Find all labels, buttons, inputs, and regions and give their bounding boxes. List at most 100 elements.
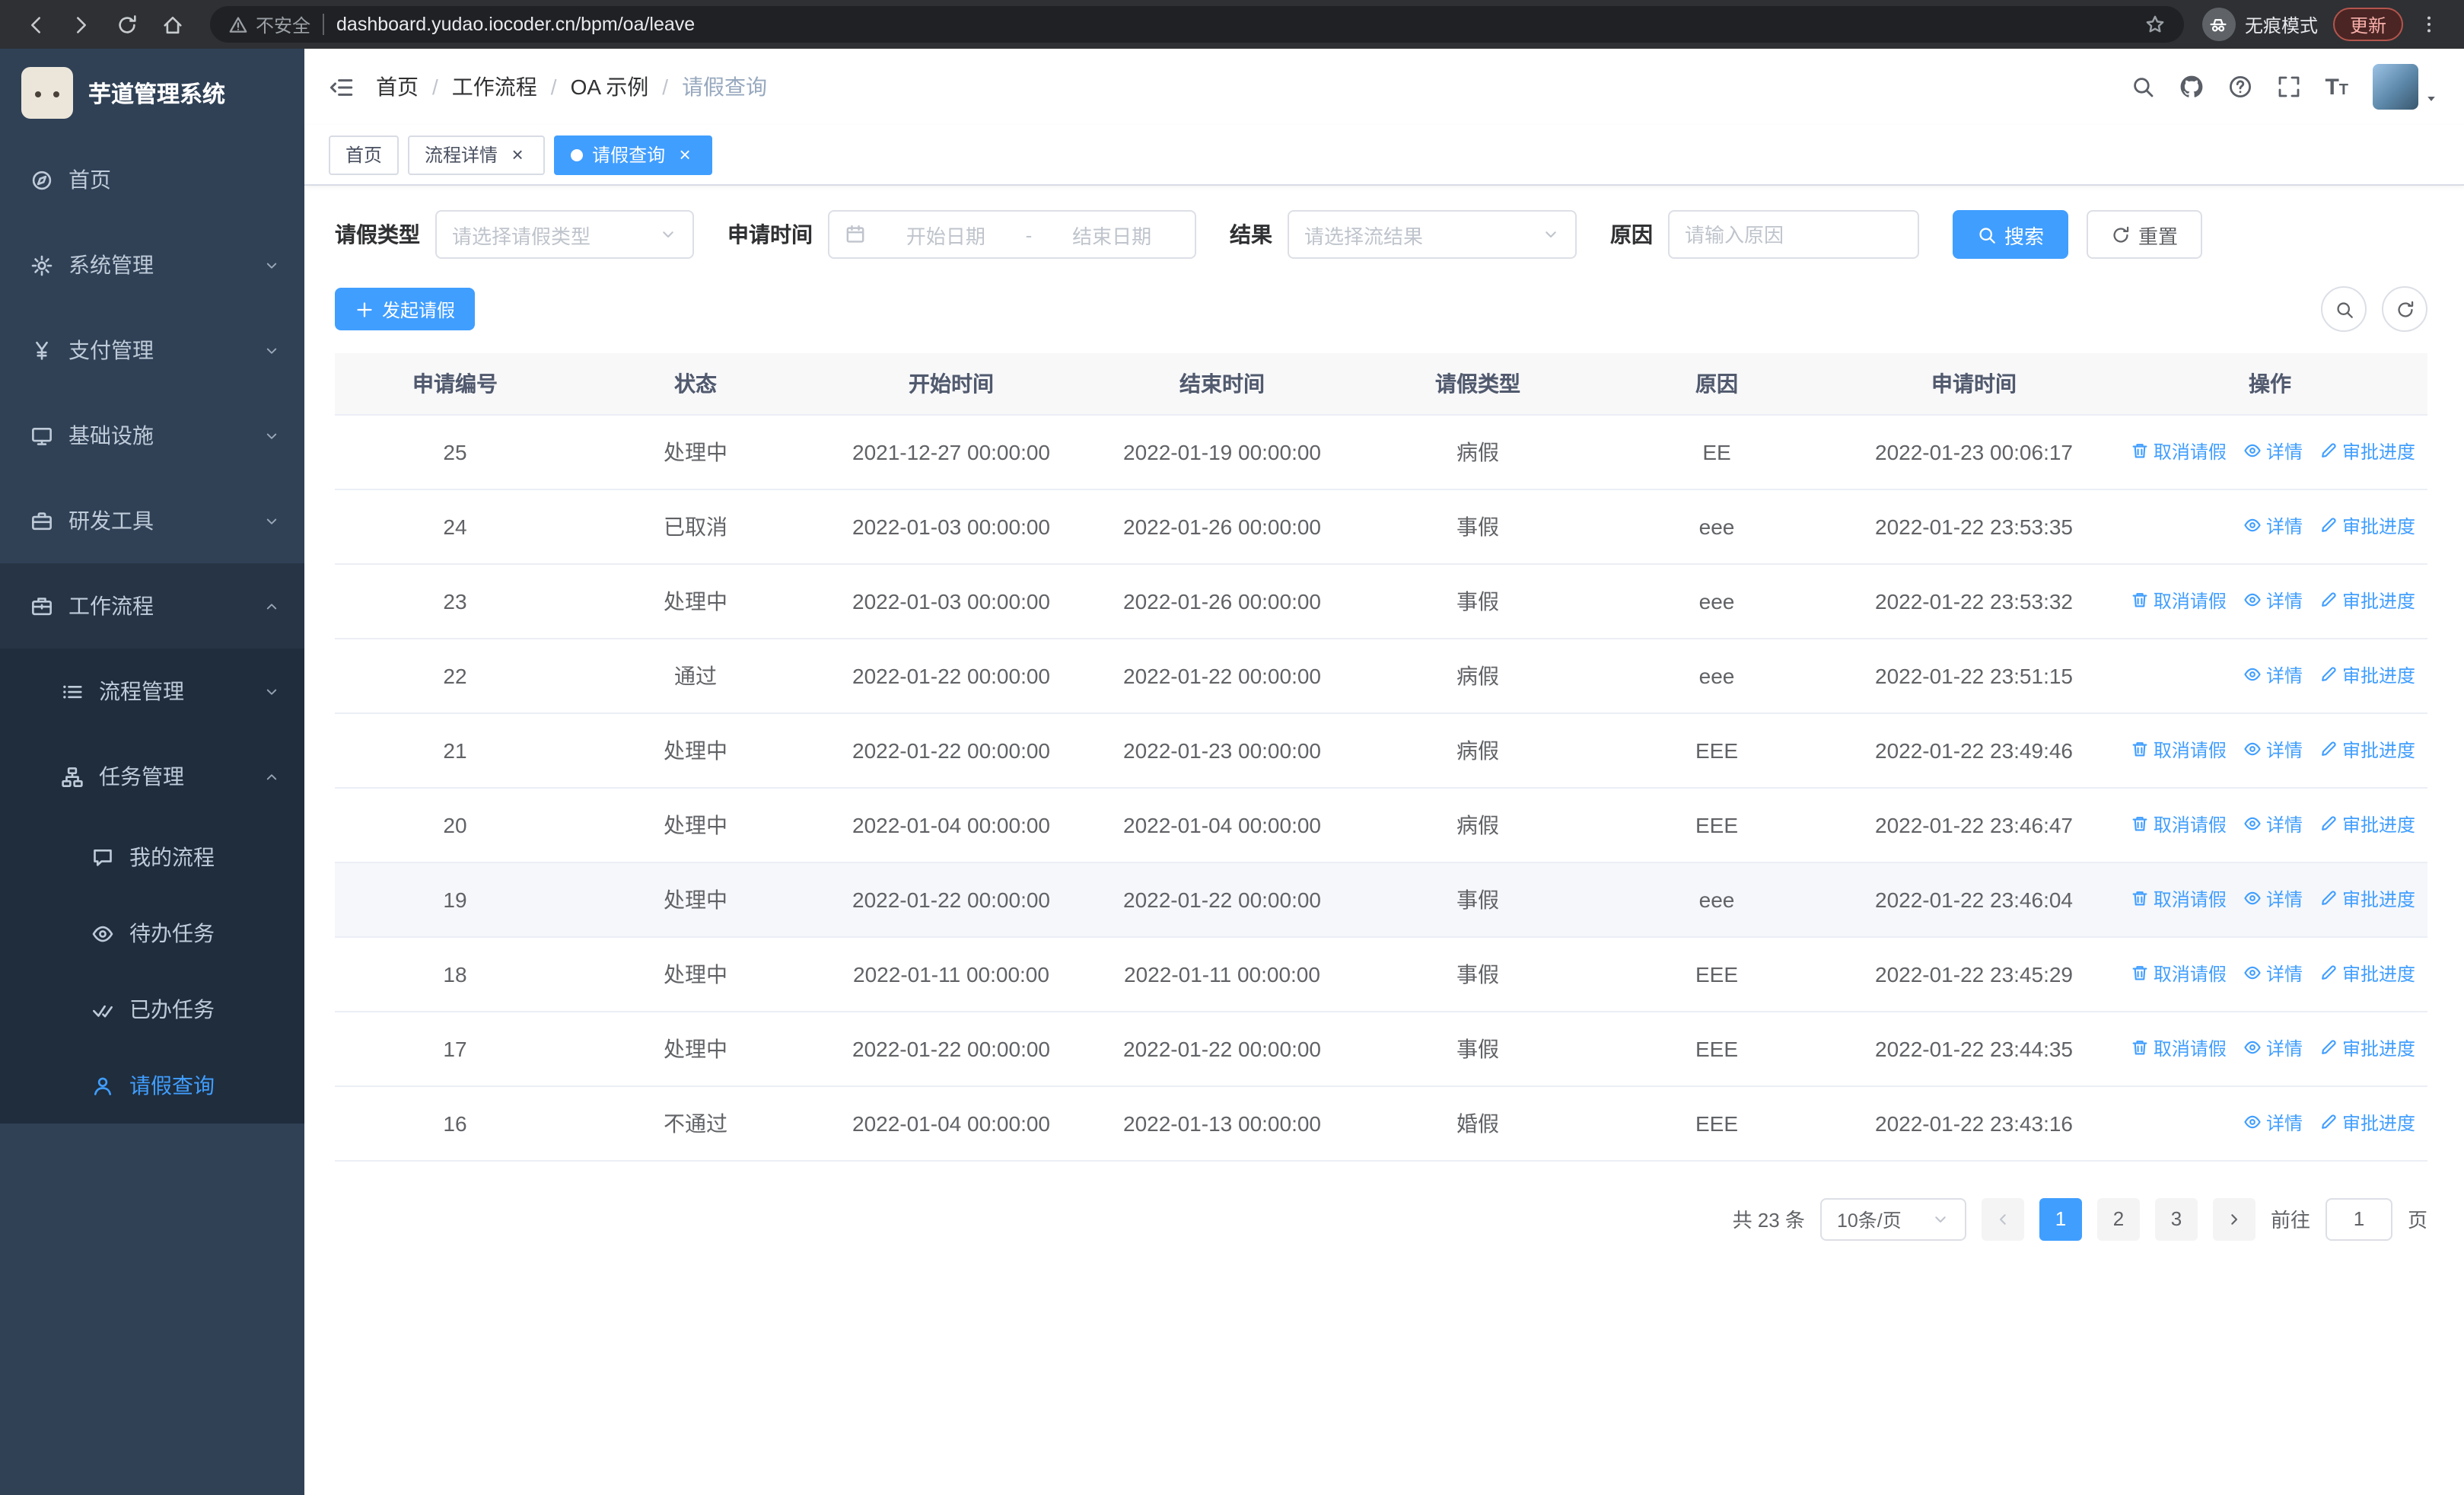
fullscreen-icon[interactable] — [2276, 75, 2300, 99]
cell-leave-type: 婚假 — [1358, 1085, 1598, 1161]
browser-home-button[interactable] — [152, 5, 192, 44]
action-detail-link[interactable]: 详情 — [2243, 513, 2303, 539]
tab-process-detail[interactable]: 流程详情 × — [408, 135, 546, 174]
tab-home[interactable]: 首页 — [329, 135, 400, 174]
sidebar-item-workflow[interactable]: 工作流程 — [0, 563, 304, 649]
page-size-select[interactable]: 10条/页 — [1819, 1197, 1966, 1240]
sidebar-item-home[interactable]: 首页 — [0, 137, 304, 222]
action-detail-link[interactable]: 详情 — [2243, 1035, 2303, 1061]
reset-button[interactable]: 重置 — [2087, 210, 2203, 259]
github-icon[interactable] — [2179, 75, 2203, 99]
help-icon[interactable] — [2227, 75, 2252, 99]
sidebar-item-todo-task[interactable]: 待办任务 — [0, 895, 304, 971]
browser-back-button[interactable] — [15, 5, 55, 44]
sidebar-item-leave-query[interactable]: 请假查询 — [0, 1047, 304, 1124]
action-progress-link[interactable]: 审批进度 — [2319, 811, 2415, 837]
address-bar[interactable]: 不安全 dashboard.yudao.iocoder.cn/bpm/oa/le… — [210, 6, 2184, 43]
create-leave-button[interactable]: 发起请假 — [335, 288, 476, 330]
cell-end-time: 2022-01-11 00:00:00 — [1087, 936, 1358, 1012]
column-header-apply-time: 申请时间 — [1835, 353, 2112, 415]
tab-close-icon[interactable]: × — [674, 144, 696, 165]
sidebar-item-process-mgmt[interactable]: 流程管理 — [0, 649, 304, 734]
tab-close-icon[interactable]: × — [507, 144, 528, 165]
action-detail-link[interactable]: 详情 — [2243, 886, 2303, 912]
action-cancel-link[interactable]: 取消请假 — [2131, 1035, 2227, 1061]
sidebar-item-task-mgmt[interactable]: 任务管理 — [0, 734, 304, 819]
update-button[interactable]: 更新 — [2332, 8, 2403, 41]
pagination-next-button[interactable] — [2212, 1197, 2255, 1240]
breadcrumb-separator: / — [432, 75, 438, 99]
action-progress-link[interactable]: 审批进度 — [2319, 513, 2415, 539]
action-cancel-link[interactable]: 取消请假 — [2131, 737, 2227, 763]
app-logo[interactable]: 芋道管理系统 — [0, 49, 304, 137]
pagination-page-3[interactable]: 3 — [2154, 1197, 2198, 1240]
breadcrumb-item-0[interactable]: 首页 — [376, 72, 419, 102]
action-detail-link[interactable]: 详情 — [2243, 662, 2303, 688]
browser-reload-button[interactable] — [107, 5, 146, 44]
search-icon[interactable] — [2130, 75, 2154, 99]
action-cancel-link[interactable]: 取消请假 — [2131, 811, 2227, 837]
main-area: 首页 / 工作流程 / OA 示例 / 请假查询 TT 首页 流程详情 × 请假查询 × 请假类型 … — [304, 49, 2464, 1495]
security-chip[interactable]: 不安全 — [228, 11, 310, 37]
action-progress-link[interactable]: 审批进度 — [2319, 438, 2415, 464]
cell-apply-time: 2022-01-23 00:06:17 — [1835, 414, 2112, 489]
action-detail-link[interactable]: 详情 — [2243, 1110, 2303, 1136]
action-detail-link[interactable]: 详情 — [2243, 737, 2303, 763]
apply-time-range-picker[interactable]: 开始日期 - 结束日期 — [828, 210, 1196, 259]
action-cancel-link[interactable]: 取消请假 — [2131, 886, 2227, 912]
search-button[interactable]: 搜索 — [1953, 210, 2069, 259]
action-progress-link[interactable]: 审批进度 — [2319, 1035, 2415, 1061]
eye-icon — [2243, 964, 2262, 983]
tab-leave-query[interactable]: 请假查询 × — [554, 135, 713, 174]
browser-forward-button[interactable] — [61, 5, 100, 44]
user-avatar[interactable] — [2373, 64, 2440, 110]
sidebar-item-devtools[interactable]: 研发工具 — [0, 478, 304, 563]
bookmark-star-icon[interactable] — [2144, 14, 2166, 35]
breadcrumb-item-1[interactable]: 工作流程 — [452, 72, 537, 102]
search-icon — [1977, 225, 1997, 244]
leave-type-select[interactable]: 请选择请假类型 — [435, 210, 694, 259]
sidebar: 芋道管理系统 首页 系统管理 支付管理 基础设施 研发工具工作流程流程管理 任务管理 我的流… — [0, 49, 304, 1495]
sidebar-item-infrastructure[interactable]: 基础设施 — [0, 393, 304, 478]
sidebar-item-label: 工作流程 — [68, 594, 154, 618]
result-select[interactable]: 请选择流结果 — [1288, 210, 1577, 259]
action-progress-link[interactable]: 审批进度 — [2319, 588, 2415, 614]
column-header-apply-id: 申请编号 — [335, 353, 575, 415]
sidebar-item-system[interactable]: 系统管理 — [0, 222, 304, 308]
action-progress-link[interactable]: 审批进度 — [2319, 1110, 2415, 1136]
edit-icon — [2319, 741, 2338, 759]
cell-start-time: 2022-01-04 00:00:00 — [816, 787, 1087, 862]
toggle-search-button[interactable] — [2321, 286, 2367, 332]
pagination-page-1[interactable]: 1 — [2039, 1197, 2082, 1240]
action-progress-link[interactable]: 审批进度 — [2319, 961, 2415, 987]
font-size-icon[interactable]: TT — [2325, 75, 2348, 98]
eye-icon — [2243, 517, 2262, 535]
action-progress-link[interactable]: 审批进度 — [2319, 662, 2415, 688]
action-progress-link[interactable]: 审批进度 — [2319, 886, 2415, 912]
action-detail-link[interactable]: 详情 — [2243, 961, 2303, 987]
sidebar-collapse-button[interactable] — [329, 74, 355, 100]
sidebar-item-my-process[interactable]: 我的流程 — [0, 819, 304, 895]
cell-apply-id: 23 — [335, 563, 575, 639]
pagination-prev-button[interactable] — [1981, 1197, 2024, 1240]
pagination-goto-input[interactable] — [2325, 1197, 2392, 1240]
action-detail-link[interactable]: 详情 — [2243, 438, 2303, 464]
cell-apply-time: 2022-01-22 23:53:32 — [1835, 563, 2112, 639]
cell-apply-time: 2022-01-22 23:45:29 — [1835, 936, 2112, 1012]
action-detail-link[interactable]: 详情 — [2243, 588, 2303, 614]
breadcrumb-item-2[interactable]: OA 示例 — [571, 72, 649, 102]
action-cancel-link[interactable]: 取消请假 — [2131, 961, 2227, 987]
action-progress-link[interactable]: 审批进度 — [2319, 737, 2415, 763]
refresh-table-button[interactable] — [2382, 286, 2427, 332]
action-detail-link[interactable]: 详情 — [2243, 811, 2303, 837]
action-cancel-link[interactable]: 取消请假 — [2131, 588, 2227, 614]
action-cancel-link[interactable]: 取消请假 — [2131, 438, 2227, 464]
sidebar-item-payment[interactable]: 支付管理 — [0, 308, 304, 393]
sidebar-item-done-task[interactable]: 已办任务 — [0, 971, 304, 1047]
cell-status: 处理中 — [575, 936, 816, 1012]
reason-input[interactable] — [1668, 210, 1919, 259]
chevron-down-icon — [1542, 225, 1560, 244]
pagination-page-2[interactable]: 2 — [2096, 1197, 2140, 1240]
table-row-24: 24 已取消 2022-01-03 00:00:00 2022-01-26 00:00… — [335, 489, 2427, 564]
browser-menu-button[interactable] — [2409, 5, 2449, 44]
